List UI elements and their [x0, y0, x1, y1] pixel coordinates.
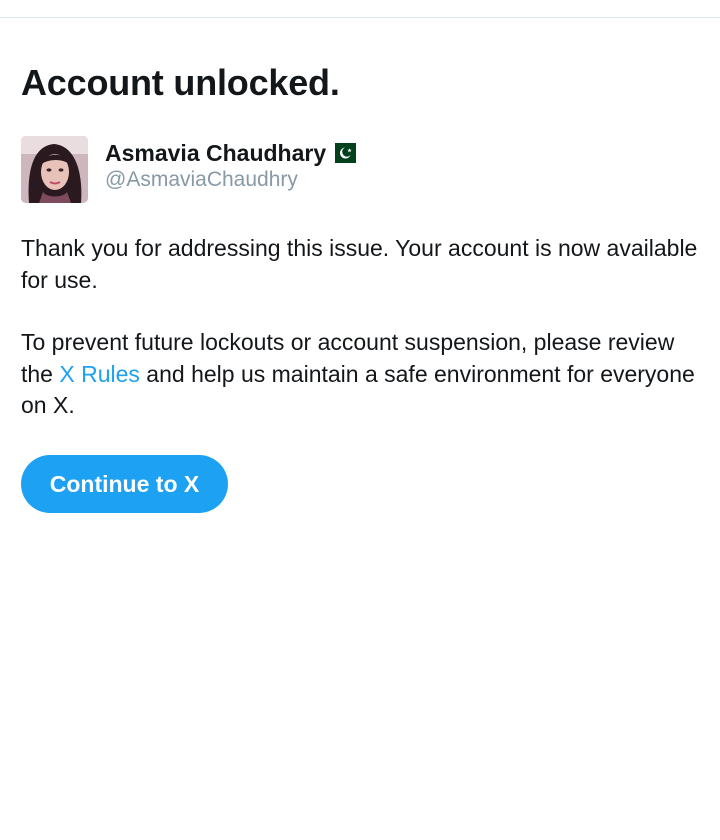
profile-card: Asmavia Chaudhary @AsmaviaChaudhry	[21, 136, 701, 206]
page-title: Account unlocked.	[21, 62, 340, 103]
user-handle: @AsmaviaChaudhry	[105, 168, 298, 191]
top-divider-bar	[0, 0, 720, 18]
message-body: Thank you for addressing this issue. You…	[21, 233, 701, 453]
continue-button[interactable]: Continue to X	[21, 455, 228, 513]
name-row: Asmavia Chaudhary	[105, 138, 357, 168]
message-paragraph-rules: To prevent future lockouts or account su…	[21, 327, 701, 422]
x-rules-link[interactable]: X Rules	[59, 361, 140, 387]
avatar	[21, 136, 88, 203]
message-paragraph: Thank you for addressing this issue. You…	[21, 235, 698, 293]
pakistan-flag-icon	[328, 143, 357, 163]
account-unlocked-page: Account unlocked. Asmavia Chaudhary @Asm…	[21, 17, 701, 513]
avatar-photo-icon	[21, 136, 88, 203]
display-name: Asmavia Chaudhary	[105, 139, 327, 166]
